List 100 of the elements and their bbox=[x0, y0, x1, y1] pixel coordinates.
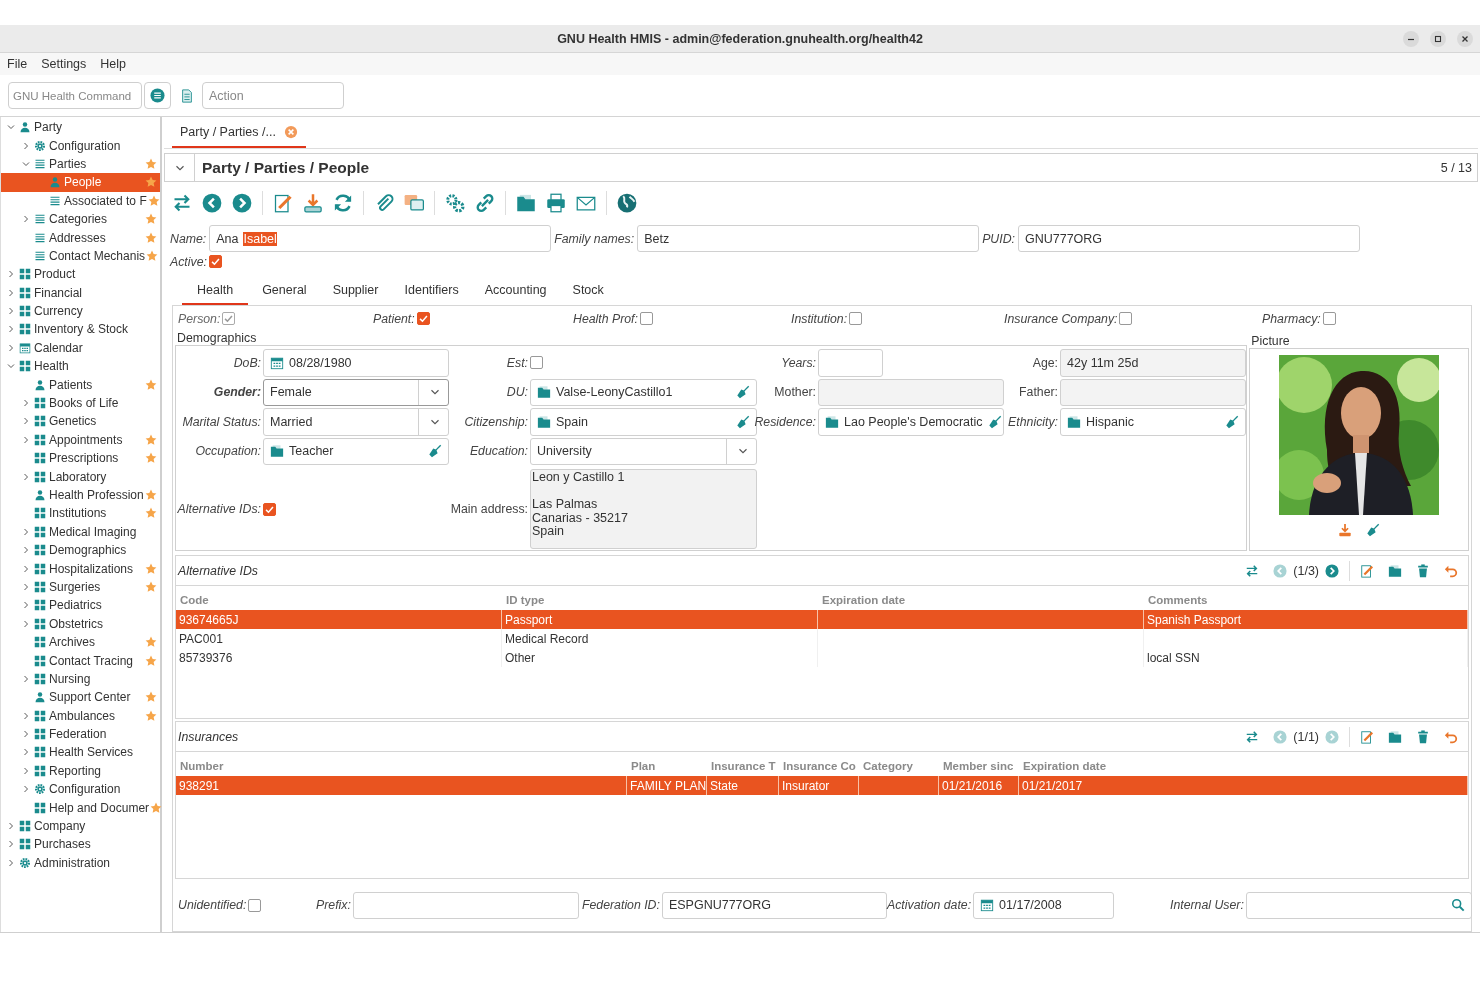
text-field[interactable] bbox=[818, 378, 1004, 406]
tree-item[interactable]: Appointments bbox=[1, 430, 160, 450]
date-field[interactable]: 01/17/2008 bbox=[973, 891, 1115, 919]
table-row[interactable]: 93674665J Passport Spanish Passport bbox=[176, 610, 1468, 629]
tree-item[interactable]: Pediatrics bbox=[1, 596, 160, 615]
checkbox[interactable] bbox=[849, 312, 863, 325]
gears-icon[interactable] bbox=[445, 193, 465, 213]
document-icon[interactable] bbox=[180, 88, 194, 103]
edit-icon[interactable] bbox=[1360, 729, 1374, 744]
search-icon[interactable] bbox=[1450, 898, 1465, 912]
tree-item[interactable]: Support Center bbox=[1, 688, 160, 707]
lookup-field[interactable]: Hispanic bbox=[1060, 408, 1246, 436]
text-field[interactable] bbox=[1060, 378, 1246, 406]
tree-item[interactable]: Currency bbox=[1, 301, 160, 321]
checkbox[interactable] bbox=[263, 502, 276, 516]
star-icon[interactable] bbox=[150, 801, 163, 814]
switch-view-icon[interactable] bbox=[1245, 563, 1260, 578]
star-icon[interactable] bbox=[145, 507, 157, 520]
tab[interactable]: Health bbox=[182, 277, 249, 305]
star-icon[interactable] bbox=[145, 562, 157, 575]
delete-icon[interactable] bbox=[1416, 563, 1430, 578]
text-field[interactable]: Ana Isabel bbox=[209, 225, 552, 252]
tree-item[interactable]: Purchases bbox=[1, 835, 160, 854]
tree-item[interactable]: Institutions bbox=[1, 504, 160, 523]
tree-item[interactable]: Books of Life bbox=[1, 393, 160, 413]
star-icon[interactable] bbox=[145, 231, 157, 244]
download-icon[interactable] bbox=[1338, 523, 1353, 537]
tab[interactable]: Party / Parties /... bbox=[172, 117, 306, 148]
minimize-icon[interactable] bbox=[1403, 30, 1419, 47]
command-field[interactable]: GNU Health Command bbox=[8, 82, 142, 109]
checkbox[interactable] bbox=[248, 898, 262, 912]
table-row[interactable]: 938291 FAMILY PLAN State Insurator 01/21/2016 01/21/2017 bbox=[176, 776, 1468, 795]
calendar-icon[interactable] bbox=[270, 355, 284, 370]
tree-item[interactable]: Health bbox=[1, 357, 160, 376]
tree-item[interactable]: Contact Tracing bbox=[1, 651, 160, 670]
switch-view-icon[interactable] bbox=[172, 193, 192, 213]
folder-icon[interactable] bbox=[1388, 729, 1402, 744]
tree-item[interactable]: Configuration bbox=[1, 136, 160, 155]
star-icon[interactable] bbox=[145, 691, 157, 704]
tree-item[interactable]: Addresses bbox=[1, 228, 160, 247]
text-field[interactable] bbox=[352, 891, 579, 919]
star-icon[interactable] bbox=[145, 452, 157, 465]
switch-view-icon[interactable] bbox=[1245, 729, 1260, 744]
reload-icon[interactable] bbox=[333, 193, 353, 213]
tree-item[interactable]: Surgeries bbox=[1, 577, 160, 597]
checkbox[interactable] bbox=[1322, 312, 1336, 325]
calendar-icon[interactable] bbox=[980, 898, 995, 912]
menu-item[interactable]: File bbox=[7, 57, 28, 71]
checkbox[interactable] bbox=[1119, 312, 1133, 325]
lookup-field[interactable]: Valse-LeonyCastillo1 bbox=[530, 378, 757, 406]
tree-item[interactable]: Product bbox=[1, 265, 160, 284]
chat-icon[interactable] bbox=[404, 193, 424, 213]
tab[interactable]: General bbox=[250, 277, 319, 305]
star-icon[interactable] bbox=[145, 433, 157, 446]
tree-item[interactable]: Archives bbox=[1, 632, 160, 652]
next-icon[interactable] bbox=[232, 193, 252, 213]
text-field[interactable]: Betz bbox=[637, 225, 980, 252]
star-icon[interactable] bbox=[145, 636, 157, 649]
maximize-icon[interactable] bbox=[1430, 30, 1446, 47]
edit-icon[interactable] bbox=[273, 193, 293, 213]
tree-item[interactable]: Inventory & Stock bbox=[1, 320, 160, 339]
tab[interactable]: Accounting bbox=[472, 277, 559, 305]
tree-item[interactable]: Prescriptions bbox=[1, 449, 160, 468]
tree-item[interactable]: Obstetrics bbox=[1, 614, 160, 633]
tree-item[interactable]: Contact Mechanis bbox=[1, 246, 160, 266]
checkbox[interactable] bbox=[639, 312, 653, 325]
text-field[interactable]: ESPGNU777ORG bbox=[661, 891, 887, 919]
edit-icon[interactable] bbox=[1360, 563, 1374, 578]
star-icon[interactable] bbox=[145, 378, 157, 391]
lookup-field[interactable]: Teacher bbox=[263, 437, 449, 465]
tree-item[interactable]: Ambulances bbox=[1, 706, 160, 725]
attachment-icon[interactable] bbox=[374, 193, 394, 213]
tree-item[interactable]: Parties bbox=[1, 154, 160, 174]
close-icon[interactable] bbox=[1457, 30, 1473, 47]
tree-item[interactable]: Financial bbox=[1, 283, 160, 302]
checkbox[interactable] bbox=[530, 356, 543, 370]
menu-item[interactable]: Help bbox=[100, 57, 127, 71]
tree-item[interactable]: Calendar bbox=[1, 338, 160, 358]
broom-icon[interactable] bbox=[428, 444, 442, 459]
save-icon[interactable] bbox=[303, 193, 323, 213]
menu-item[interactable]: Settings bbox=[41, 57, 87, 71]
star-icon[interactable] bbox=[145, 654, 157, 667]
table-row[interactable]: 85739376 Other local SSN bbox=[176, 648, 1468, 667]
tree-item[interactable]: Patients bbox=[1, 375, 160, 394]
tree-item[interactable]: Configuration bbox=[1, 780, 160, 799]
dropdown-field[interactable]: University bbox=[530, 437, 757, 465]
table-row[interactable]: PAC001 Medical Record bbox=[176, 629, 1468, 648]
lookup-field[interactable]: Lao People's Democratic bbox=[818, 408, 1004, 436]
broom-icon[interactable] bbox=[736, 385, 750, 400]
tree-item[interactable]: Hospitalizations bbox=[1, 559, 160, 578]
globe-icon[interactable] bbox=[617, 193, 637, 213]
folder-icon[interactable] bbox=[1388, 563, 1402, 578]
tree-item[interactable]: Administration bbox=[1, 853, 160, 872]
tab[interactable]: Stock bbox=[560, 277, 616, 305]
number-field[interactable] bbox=[818, 349, 883, 377]
link-icon[interactable] bbox=[475, 193, 495, 213]
tree-item[interactable]: Laboratory bbox=[1, 467, 160, 486]
dropdown-field[interactable]: Married bbox=[263, 408, 449, 436]
next-icon[interactable] bbox=[1325, 563, 1339, 578]
tree-item[interactable]: Health Services bbox=[1, 743, 160, 762]
